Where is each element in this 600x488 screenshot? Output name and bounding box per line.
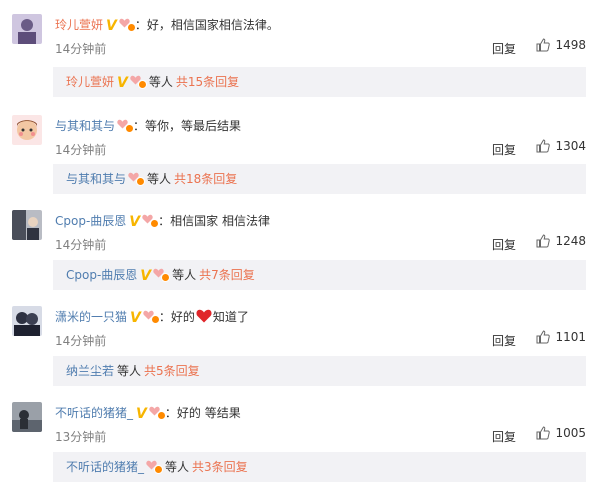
verified-badge-icon: V: [106, 18, 117, 34]
avatar[interactable]: [12, 210, 42, 240]
verified-badge-icon: V: [136, 406, 147, 422]
comment-time: 14分钟前: [55, 143, 107, 157]
reply-button[interactable]: 回复: [492, 141, 516, 158]
like-count: 1304: [555, 139, 586, 153]
fan-medal-icon: [143, 309, 160, 324]
comment-line: 玲儿萱妍 V ：好，相信国家相信法律。: [55, 16, 279, 35]
reply-others-label: 等人: [165, 460, 190, 474]
comment-username[interactable]: 与其和其与: [55, 119, 115, 133]
thumbs-up-icon: [536, 38, 551, 52]
reply-others-label: 等人: [148, 75, 173, 89]
thumbs-up-icon: [536, 139, 551, 153]
reply-summary-bar[interactable]: 与其和其与 等人 共18条回复: [53, 164, 586, 194]
reply-others-label: 等人: [117, 364, 142, 378]
reply-summary-bar[interactable]: 玲儿萱妍 V 等人 共15条回复: [53, 67, 586, 97]
fan-medal-icon: [146, 459, 164, 474]
fan-medal-icon: [119, 17, 136, 32]
like-button[interactable]: 1248: [536, 234, 586, 248]
fan-medal-icon: [117, 118, 135, 133]
fan-medal-icon: [149, 405, 166, 420]
fan-medal-icon: [128, 171, 146, 186]
comment-text: 等你，等最后结果: [145, 119, 242, 133]
reply-total-link[interactable]: 共18条回复: [174, 172, 237, 186]
like-count: 1101: [555, 330, 586, 344]
comment-separator: ：: [158, 310, 171, 324]
reply-username[interactable]: 与其和其与: [66, 172, 126, 186]
comment-line: 潇米的一只猫 V ：好的 知道了: [55, 308, 249, 327]
fan-medal-icon: [130, 74, 147, 89]
reply-total-link[interactable]: 共3条回复: [192, 460, 248, 474]
avatar[interactable]: [12, 115, 42, 145]
avatar[interactable]: [12, 402, 42, 432]
avatar[interactable]: [12, 306, 42, 336]
like-count: 1005: [555, 426, 586, 440]
thumbs-up-icon: [536, 426, 551, 440]
reply-button[interactable]: 回复: [492, 428, 516, 445]
verified-badge-icon: V: [129, 214, 141, 230]
comment-time: 13分钟前: [55, 430, 107, 444]
verified-badge-icon: V: [140, 268, 152, 284]
comment-username[interactable]: Cpop-曲辰恩: [55, 214, 126, 228]
fan-medal-icon: [153, 267, 171, 282]
comment-text: 好的 等结果: [176, 406, 241, 420]
reply-others-label: 等人: [172, 268, 197, 282]
reply-username[interactable]: Cpop-曲辰恩: [66, 268, 137, 282]
like-button[interactable]: 1304: [536, 139, 586, 153]
comment-line: 与其和其与 ：等你，等最后结果: [55, 117, 241, 135]
verified-badge-icon: V: [130, 310, 141, 326]
comment-separator: ：: [134, 18, 147, 32]
red-heart-emoji-icon: [196, 309, 212, 323]
comment-time: 14分钟前: [55, 334, 107, 348]
comment-line: Cpop-曲辰恩 V ：相信国家 相信法律: [55, 212, 270, 231]
reply-button[interactable]: 回复: [492, 40, 516, 57]
reply-total-link[interactable]: 共15条回复: [176, 75, 239, 89]
thumbs-up-icon: [536, 234, 551, 248]
like-button[interactable]: 1498: [536, 38, 586, 52]
comment-separator: ：: [133, 119, 146, 133]
reply-total-link[interactable]: 共5条回复: [144, 364, 200, 378]
verified-badge-icon: V: [117, 75, 128, 91]
reply-summary-bar[interactable]: 纳兰尘若 等人 共5条回复: [53, 356, 586, 386]
comment-separator: ：: [158, 214, 171, 228]
like-count: 1248: [555, 234, 586, 248]
comment-time: 14分钟前: [55, 42, 107, 56]
comment-username[interactable]: 玲儿萱妍: [55, 18, 103, 32]
like-button[interactable]: 1101: [536, 330, 586, 344]
comment-time: 14分钟前: [55, 238, 107, 252]
reply-summary-bar[interactable]: Cpop-曲辰恩 V 等人 共7条回复: [53, 260, 586, 290]
comment-username[interactable]: 潇米的一只猫: [55, 310, 127, 324]
reply-button[interactable]: 回复: [492, 332, 516, 349]
comment-text-after: 知道了: [212, 310, 249, 324]
avatar[interactable]: [12, 14, 42, 44]
comment-text: 好，相信国家相信法律。: [146, 18, 279, 32]
comment-text: 相信国家 相信法律: [170, 214, 270, 228]
comment-line: 不听话的猪猪_ V ：好的 等结果: [55, 404, 241, 423]
reply-username[interactable]: 不听话的猪猪_: [66, 460, 144, 474]
reply-button[interactable]: 回复: [492, 236, 516, 253]
reply-summary-bar[interactable]: 不听话的猪猪_ 等人 共3条回复: [53, 452, 586, 482]
reply-username[interactable]: 玲儿萱妍: [66, 75, 114, 89]
thumbs-up-icon: [536, 330, 551, 344]
like-button[interactable]: 1005: [536, 426, 586, 440]
reply-total-link[interactable]: 共7条回复: [199, 268, 255, 282]
like-count: 1498: [555, 38, 586, 52]
comment-username[interactable]: 不听话的猪猪_: [55, 406, 133, 420]
reply-others-label: 等人: [147, 172, 172, 186]
fan-medal-icon: [142, 213, 160, 228]
comment-text-before: 好的: [170, 310, 195, 324]
reply-username[interactable]: 纳兰尘若: [66, 364, 114, 378]
comment-separator: ：: [164, 406, 177, 420]
